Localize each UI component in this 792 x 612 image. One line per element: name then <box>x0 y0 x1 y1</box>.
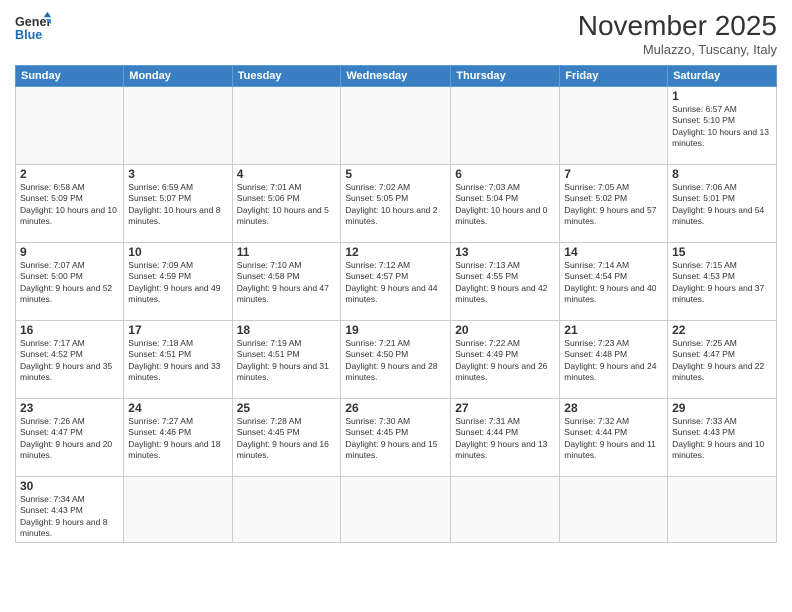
header-friday: Friday <box>560 66 668 87</box>
table-row: 1 Sunrise: 6:57 AMSunset: 5:10 PMDayligh… <box>16 87 777 165</box>
day-28: 28 Sunrise: 7:32 AMSunset: 4:44 PMDaylig… <box>560 399 668 477</box>
day-17: 17 Sunrise: 7:18 AMSunset: 4:51 PMDaylig… <box>124 321 232 399</box>
empty-cell <box>341 87 451 165</box>
empty-cell <box>341 477 451 543</box>
table-row: 23 Sunrise: 7:26 AMSunset: 4:47 PMDaylig… <box>16 399 777 477</box>
header: General Blue November 2025 Mulazzo, Tusc… <box>15 10 777 57</box>
table-row: 30 Sunrise: 7:34 AMSunset: 4:43 PMDaylig… <box>16 477 777 543</box>
day-25: 25 Sunrise: 7:28 AMSunset: 4:45 PMDaylig… <box>232 399 341 477</box>
title-area: November 2025 Mulazzo, Tuscany, Italy <box>578 10 777 57</box>
calendar-table: Sunday Monday Tuesday Wednesday Thursday… <box>15 65 777 543</box>
day-22: 22 Sunrise: 7:25 AMSunset: 4:47 PMDaylig… <box>668 321 777 399</box>
day-10: 10 Sunrise: 7:09 AMSunset: 4:59 PMDaylig… <box>124 243 232 321</box>
empty-cell <box>451 477 560 543</box>
day-14: 14 Sunrise: 7:14 AMSunset: 4:54 PMDaylig… <box>560 243 668 321</box>
day-5: 5 Sunrise: 7:02 AMSunset: 5:05 PMDayligh… <box>341 165 451 243</box>
empty-cell <box>560 87 668 165</box>
table-row: 2 Sunrise: 6:58 AMSunset: 5:09 PMDayligh… <box>16 165 777 243</box>
header-tuesday: Tuesday <box>232 66 341 87</box>
page: General Blue November 2025 Mulazzo, Tusc… <box>0 0 792 612</box>
day-11: 11 Sunrise: 7:10 AMSunset: 4:58 PMDaylig… <box>232 243 341 321</box>
day-21: 21 Sunrise: 7:23 AMSunset: 4:48 PMDaylig… <box>560 321 668 399</box>
day-29: 29 Sunrise: 7:33 AMSunset: 4:43 PMDaylig… <box>668 399 777 477</box>
empty-cell <box>124 477 232 543</box>
day-8: 8 Sunrise: 7:06 AMSunset: 5:01 PMDayligh… <box>668 165 777 243</box>
empty-cell <box>451 87 560 165</box>
empty-cell <box>668 477 777 543</box>
weekday-header-row: Sunday Monday Tuesday Wednesday Thursday… <box>16 66 777 87</box>
day-3: 3 Sunrise: 6:59 AMSunset: 5:07 PMDayligh… <box>124 165 232 243</box>
day-6: 6 Sunrise: 7:03 AMSunset: 5:04 PMDayligh… <box>451 165 560 243</box>
subtitle: Mulazzo, Tuscany, Italy <box>578 42 777 57</box>
day-13: 13 Sunrise: 7:13 AMSunset: 4:55 PMDaylig… <box>451 243 560 321</box>
day-20: 20 Sunrise: 7:22 AMSunset: 4:49 PMDaylig… <box>451 321 560 399</box>
day-23: 23 Sunrise: 7:26 AMSunset: 4:47 PMDaylig… <box>16 399 124 477</box>
day-18: 18 Sunrise: 7:19 AMSunset: 4:51 PMDaylig… <box>232 321 341 399</box>
day-30: 30 Sunrise: 7:34 AMSunset: 4:43 PMDaylig… <box>16 477 124 543</box>
header-sunday: Sunday <box>16 66 124 87</box>
month-title: November 2025 <box>578 10 777 42</box>
logo-icon: General Blue <box>15 10 51 46</box>
day-4: 4 Sunrise: 7:01 AMSunset: 5:06 PMDayligh… <box>232 165 341 243</box>
day-27: 27 Sunrise: 7:31 AMSunset: 4:44 PMDaylig… <box>451 399 560 477</box>
empty-cell <box>16 87 124 165</box>
header-thursday: Thursday <box>451 66 560 87</box>
empty-cell <box>124 87 232 165</box>
empty-cell <box>560 477 668 543</box>
logo-area: General Blue <box>15 10 51 46</box>
table-row: 16 Sunrise: 7:17 AMSunset: 4:52 PMDaylig… <box>16 321 777 399</box>
day-19: 19 Sunrise: 7:21 AMSunset: 4:50 PMDaylig… <box>341 321 451 399</box>
day-12: 12 Sunrise: 7:12 AMSunset: 4:57 PMDaylig… <box>341 243 451 321</box>
header-saturday: Saturday <box>668 66 777 87</box>
day-26: 26 Sunrise: 7:30 AMSunset: 4:45 PMDaylig… <box>341 399 451 477</box>
day-16: 16 Sunrise: 7:17 AMSunset: 4:52 PMDaylig… <box>16 321 124 399</box>
empty-cell <box>232 87 341 165</box>
header-wednesday: Wednesday <box>341 66 451 87</box>
header-monday: Monday <box>124 66 232 87</box>
day-9: 9 Sunrise: 7:07 AMSunset: 5:00 PMDayligh… <box>16 243 124 321</box>
day-2: 2 Sunrise: 6:58 AMSunset: 5:09 PMDayligh… <box>16 165 124 243</box>
svg-text:Blue: Blue <box>15 28 42 42</box>
empty-cell <box>232 477 341 543</box>
day-1: 1 Sunrise: 6:57 AMSunset: 5:10 PMDayligh… <box>668 87 777 165</box>
table-row: 9 Sunrise: 7:07 AMSunset: 5:00 PMDayligh… <box>16 243 777 321</box>
day-15: 15 Sunrise: 7:15 AMSunset: 4:53 PMDaylig… <box>668 243 777 321</box>
day-7: 7 Sunrise: 7:05 AMSunset: 5:02 PMDayligh… <box>560 165 668 243</box>
day-24: 24 Sunrise: 7:27 AMSunset: 4:46 PMDaylig… <box>124 399 232 477</box>
